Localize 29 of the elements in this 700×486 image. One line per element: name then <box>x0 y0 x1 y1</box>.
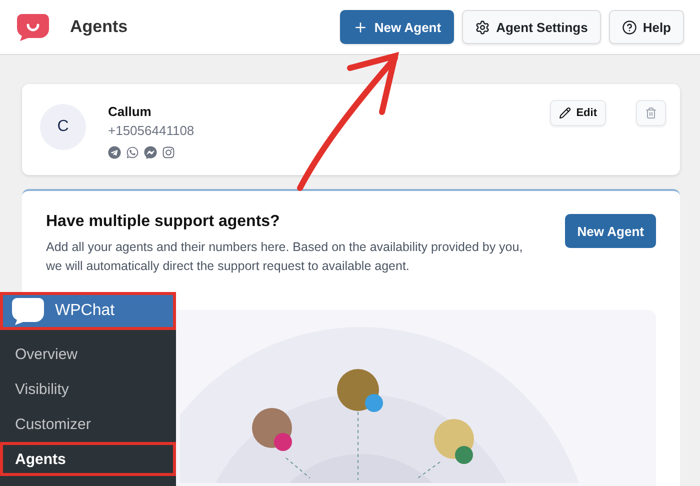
telegram-icon <box>108 146 121 159</box>
chat-logo-icon <box>11 296 45 326</box>
agent-name: Callum <box>108 104 152 119</box>
settings-button[interactable]: Agent Settings <box>462 10 601 44</box>
logo-icon <box>16 12 50 42</box>
pencil-icon <box>559 107 572 119</box>
instagram-icon <box>162 146 175 159</box>
sidebar-header[interactable]: WPChat <box>0 292 176 330</box>
sidebar-item[interactable]: Overview <box>0 337 176 371</box>
settings-icon <box>475 20 490 34</box>
agent-avatar: C <box>40 104 86 150</box>
edit-button[interactable]: Edit <box>550 100 606 126</box>
plus-icon <box>353 20 368 34</box>
messenger-icon <box>144 146 157 159</box>
sidebar-item[interactable]: Customizer <box>0 407 176 441</box>
promo-title: Have multiple support agents? <box>46 213 281 231</box>
whatsapp-icon <box>126 146 139 159</box>
agent-phone: +15056441108 <box>108 123 196 138</box>
new-agent-button[interactable]: New Agent <box>565 214 656 248</box>
new-agent-button[interactable]: New Agent <box>340 10 454 44</box>
delete-button[interactable] <box>636 100 666 126</box>
trash-icon <box>645 107 657 119</box>
sidebar-item[interactable]: Visibility <box>0 372 176 406</box>
promo-text: Add all your agents and their numbers here. Based on the availability provided by you, we will automatically direct the support request to available agent. <box>46 239 524 275</box>
help-button[interactable]: Help <box>608 10 684 44</box>
help-icon <box>622 20 637 34</box>
page-title: Agents <box>70 17 129 37</box>
sidebar-header-label: WPChat <box>55 302 115 320</box>
sidebar-item[interactable]: Agents <box>0 442 176 476</box>
